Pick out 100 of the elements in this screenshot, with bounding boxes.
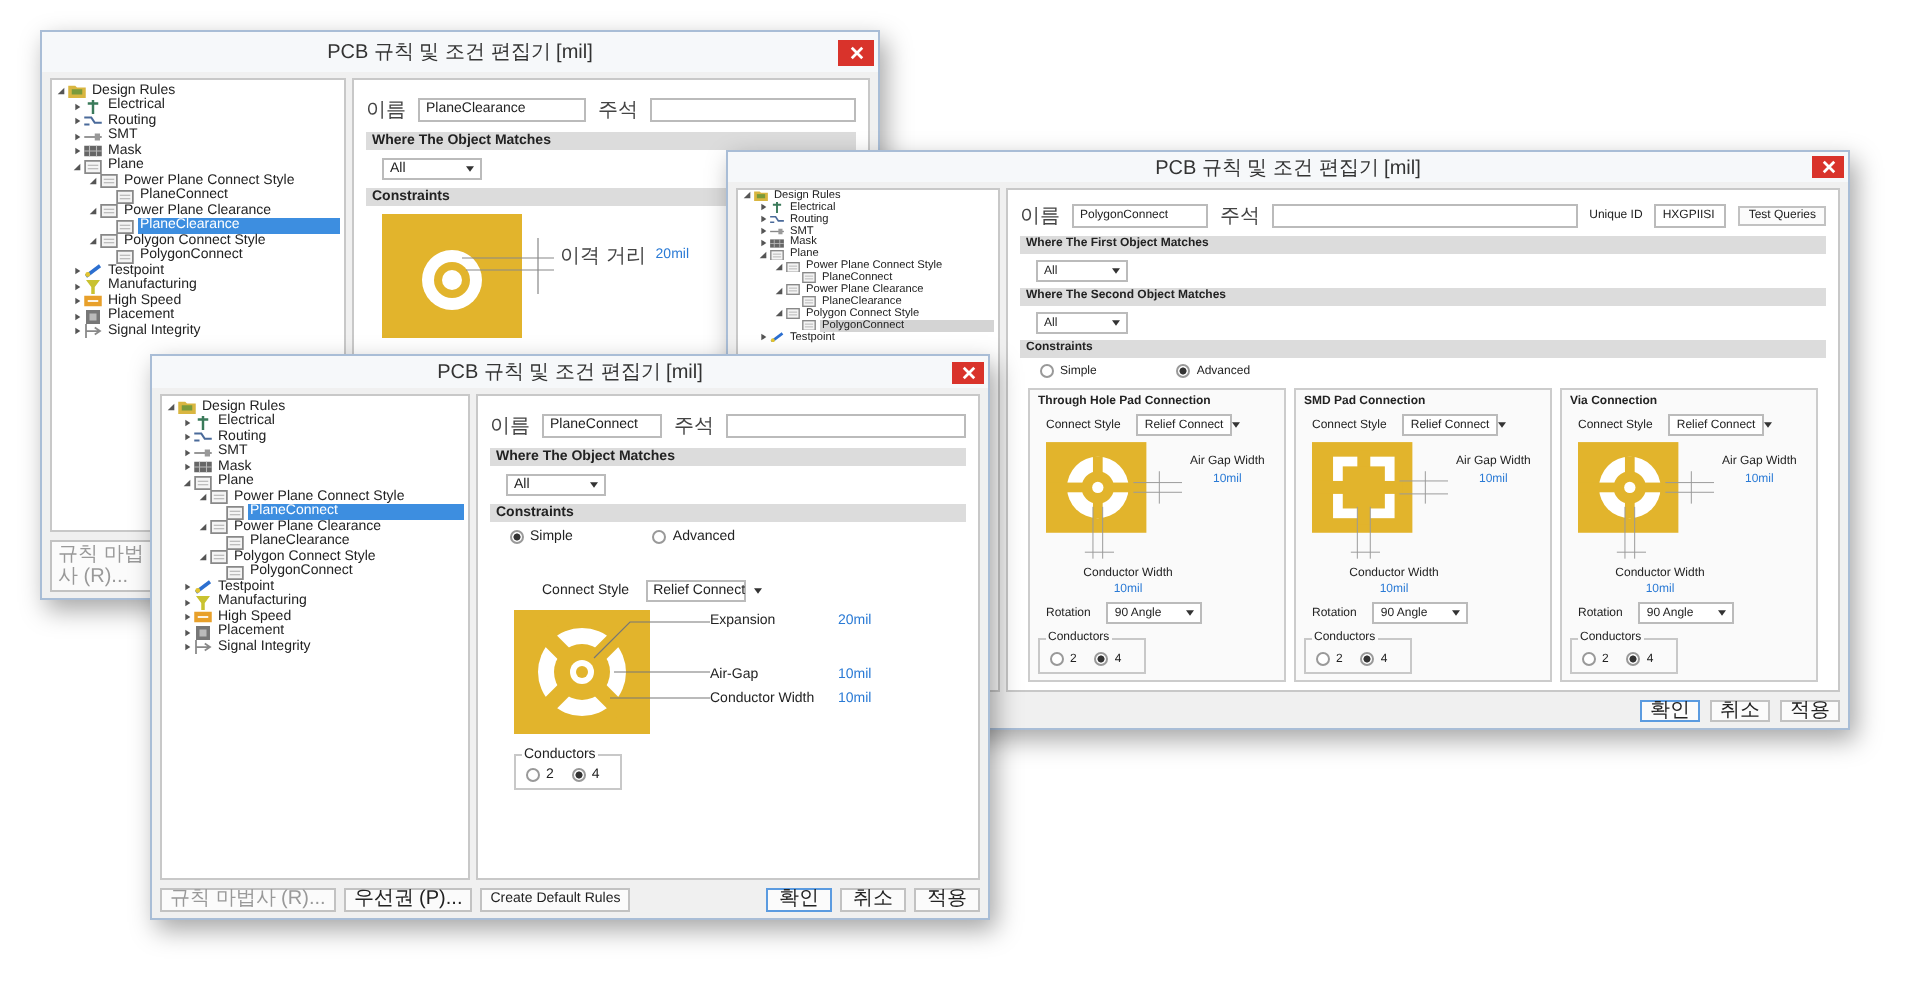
caret-icon bbox=[1112, 268, 1120, 274]
pad-icon bbox=[770, 225, 784, 237]
folder-icon bbox=[178, 400, 196, 415]
grid-icon bbox=[194, 460, 212, 475]
radio-button[interactable] bbox=[1094, 652, 1109, 666]
dialog-button[interactable]: 적용 bbox=[1780, 700, 1840, 722]
dialog-button[interactable]: 확인 bbox=[1640, 700, 1700, 722]
radio-button[interactable] bbox=[526, 768, 540, 782]
clearance-label: 이격 거리 bbox=[560, 244, 646, 270]
collapsed-arrow-icon[interactable] bbox=[72, 266, 82, 277]
collapsed-arrow-icon[interactable] bbox=[182, 417, 192, 428]
field-label: 이름 bbox=[1020, 204, 1060, 230]
pad-icon bbox=[84, 129, 102, 144]
pad-icon bbox=[194, 445, 212, 460]
field-label: 이름 bbox=[490, 414, 530, 440]
expanded-arrow-icon[interactable] bbox=[774, 308, 784, 319]
dialog-button[interactable]: 우선권 (P)... bbox=[343, 888, 473, 912]
radio-button[interactable] bbox=[1176, 364, 1191, 378]
field-label: 주석 bbox=[598, 98, 638, 124]
comment-field[interactable] bbox=[650, 98, 856, 122]
collapsed-arrow-icon[interactable] bbox=[182, 462, 192, 473]
collapsed-arrow-icon[interactable] bbox=[72, 281, 82, 292]
radio-button[interactable] bbox=[510, 530, 524, 544]
collapsed-arrow-icon[interactable] bbox=[72, 146, 82, 157]
collapsed-arrow-icon[interactable] bbox=[72, 326, 82, 337]
collapsed-arrow-icon[interactable] bbox=[182, 627, 192, 638]
thermal-relief-drawing bbox=[1578, 442, 1714, 562]
dialog-button[interactable]: 취소 bbox=[1710, 700, 1770, 722]
close-button[interactable] bbox=[838, 39, 874, 65]
expanded-arrow-icon[interactable] bbox=[88, 206, 98, 217]
signal-icon bbox=[84, 324, 102, 339]
close-button[interactable] bbox=[952, 361, 984, 383]
thermal-relief-drawing bbox=[1046, 442, 1182, 562]
dialog-button[interactable]: 취소 bbox=[840, 888, 906, 912]
collapsed-arrow-icon[interactable] bbox=[72, 296, 82, 307]
expanded-arrow-icon[interactable] bbox=[88, 176, 98, 187]
radio-button[interactable] bbox=[1360, 652, 1375, 666]
caret-icon bbox=[1112, 320, 1120, 326]
folder-icon bbox=[68, 84, 86, 99]
close-button[interactable] bbox=[1812, 156, 1844, 178]
grid-icon bbox=[770, 237, 784, 249]
radio-button[interactable] bbox=[1626, 652, 1641, 666]
field-label: 이름 bbox=[366, 98, 406, 124]
funnel-icon bbox=[84, 279, 102, 294]
expanded-arrow-icon[interactable] bbox=[166, 402, 176, 413]
collapsed-arrow-icon[interactable] bbox=[72, 311, 82, 322]
expanded-arrow-icon[interactable] bbox=[56, 86, 66, 97]
collapsed-arrow-icon[interactable] bbox=[182, 597, 192, 608]
caret-icon bbox=[590, 482, 598, 488]
dialog-button[interactable]: 적용 bbox=[914, 888, 980, 912]
trace-icon bbox=[84, 114, 102, 129]
trace-icon bbox=[770, 213, 784, 225]
expanded-arrow-icon[interactable] bbox=[182, 477, 192, 488]
chip-icon bbox=[194, 625, 212, 640]
comment-field[interactable] bbox=[1272, 204, 1578, 228]
window-title: PCB 규칙 및 조건 편집기 [mil] bbox=[437, 360, 703, 386]
funnel-icon bbox=[194, 595, 212, 610]
collapsed-arrow-icon[interactable] bbox=[182, 582, 192, 593]
collapsed-arrow-icon[interactable] bbox=[182, 432, 192, 443]
caret-icon bbox=[466, 166, 474, 172]
caret-icon bbox=[1497, 422, 1506, 428]
collapsed-arrow-icon[interactable] bbox=[182, 642, 192, 653]
caret-icon bbox=[1763, 422, 1772, 428]
caret-icon bbox=[1718, 610, 1727, 616]
expanded-arrow-icon[interactable] bbox=[774, 261, 784, 272]
caret-icon bbox=[1186, 610, 1195, 616]
dialog-button[interactable]: 확인 bbox=[766, 888, 832, 912]
radio-button[interactable] bbox=[652, 530, 667, 544]
window-title: PCB 규칙 및 조건 편집기 [mil] bbox=[1155, 155, 1421, 181]
thermal-relief-drawing bbox=[1312, 442, 1448, 562]
field-label: 주석 bbox=[674, 414, 714, 440]
comment-field[interactable] bbox=[726, 414, 966, 438]
folder-icon bbox=[754, 190, 768, 202]
expanded-arrow-icon[interactable] bbox=[198, 522, 208, 533]
collapsed-arrow-icon[interactable] bbox=[72, 116, 82, 127]
field-label: 주석 bbox=[1220, 204, 1260, 230]
close-icon bbox=[1821, 160, 1835, 174]
collapsed-arrow-icon[interactable] bbox=[182, 447, 192, 458]
radio-button[interactable] bbox=[1582, 652, 1596, 666]
radio-button[interactable] bbox=[1316, 652, 1330, 666]
grid-icon bbox=[84, 144, 102, 159]
window-title: PCB 규칙 및 조건 편집기 [mil] bbox=[327, 40, 593, 66]
collapsed-arrow-icon[interactable] bbox=[72, 101, 82, 112]
collapsed-arrow-icon[interactable] bbox=[182, 612, 192, 623]
expanded-arrow-icon[interactable] bbox=[774, 285, 784, 296]
caret-icon bbox=[753, 588, 762, 594]
radio-button[interactable] bbox=[1040, 364, 1054, 378]
close-icon bbox=[961, 365, 975, 379]
expanded-arrow-icon[interactable] bbox=[72, 161, 82, 172]
expanded-arrow-icon[interactable] bbox=[742, 190, 752, 201]
collapsed-arrow-icon[interactable] bbox=[72, 131, 82, 142]
signal-icon bbox=[194, 640, 212, 655]
expanded-arrow-icon[interactable] bbox=[198, 492, 208, 503]
radio-button[interactable] bbox=[1050, 652, 1064, 666]
collapsed-arrow-icon[interactable] bbox=[758, 332, 768, 343]
radio-button[interactable] bbox=[571, 768, 586, 782]
caret-icon bbox=[1452, 610, 1461, 616]
expanded-arrow-icon[interactable] bbox=[198, 552, 208, 563]
trace-icon bbox=[194, 430, 212, 445]
expanded-arrow-icon[interactable] bbox=[88, 236, 98, 247]
